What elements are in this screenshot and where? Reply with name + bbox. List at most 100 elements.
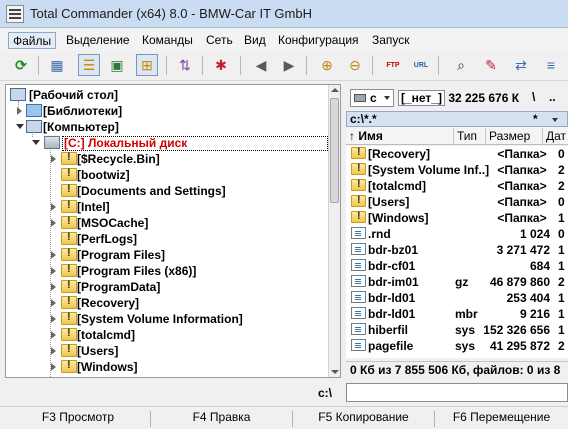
path-bar[interactable]: c:\*.* *	[346, 111, 568, 127]
library-icon	[26, 104, 42, 117]
toolbar: ⟳ ▦ ☰ ▣ ⊞ ⇅ ✱ ◀ ▶ ⊕ ⊖ FTP URL ⌕ ✎ ⇄ ≡	[0, 51, 568, 81]
drive-selector[interactable]: c	[350, 89, 394, 107]
file-row[interactable]: [totalcmd] <Папка> 2	[346, 178, 568, 194]
expand-arrow-icon[interactable]	[50, 267, 57, 275]
collapse-arrow-icon[interactable]	[32, 139, 40, 146]
file-row[interactable]: bdr-ld01 253 404 1	[346, 290, 568, 306]
expand-arrow-icon[interactable]	[50, 155, 57, 163]
expand-arrow-icon[interactable]	[16, 107, 23, 115]
column-size-header[interactable]: Размер	[486, 128, 543, 144]
expand-arrow-icon[interactable]	[50, 347, 57, 355]
file-row[interactable]: bdr-bz01 3 271 472 1	[346, 242, 568, 258]
scroll-down-arrow-icon[interactable]	[331, 370, 339, 374]
file-row[interactable]: bdr-im01 gz 46 879 860 2	[346, 274, 568, 290]
expand-arrow-icon[interactable]	[50, 331, 57, 339]
file-row[interactable]: bdr-ld01 mbr 9 216 1	[346, 306, 568, 322]
menu-start[interactable]: Запуск	[368, 32, 414, 49]
folder-icon	[61, 311, 77, 325]
compare-dirs-icon[interactable]: ≡	[540, 54, 562, 76]
expand-arrow-icon[interactable]	[50, 283, 57, 291]
tree-view-icon[interactable]: ⊞	[136, 54, 158, 76]
command-line-bar: c:\	[0, 381, 568, 405]
tree-scrollbar[interactable]	[328, 85, 340, 377]
f6-move-button[interactable]: F6 Перемещение	[435, 410, 568, 428]
expand-arrow-icon[interactable]	[50, 363, 57, 371]
invert-selection-icon[interactable]: ✱	[210, 54, 232, 76]
command-line-input[interactable]	[346, 383, 568, 402]
chevron-down-icon	[384, 96, 390, 100]
expand-arrow-icon[interactable]	[50, 219, 57, 227]
find-files-binoculars-icon[interactable]: ⌕	[450, 54, 472, 76]
unpack-files-icon[interactable]: ⊖	[344, 54, 366, 76]
url-connect-icon[interactable]: URL	[410, 54, 432, 76]
folder-tree-panel[interactable]: [Рабочий стол] [Библиотеки] [Компьютер] …	[5, 84, 341, 378]
file-row[interactable]: [System Volume Inf..] <Папка> 2	[346, 162, 568, 178]
file-list[interactable]: [Recovery] <Папка> 0 [System Volume Inf.…	[346, 146, 568, 358]
folder-icon	[61, 199, 77, 213]
forward-arrow-icon[interactable]: ▶	[278, 54, 300, 76]
thumbnails-view-icon[interactable]: ▣	[106, 54, 128, 76]
folder-icon	[61, 247, 77, 261]
history-dropdown-icon[interactable]	[552, 118, 558, 122]
scroll-up-arrow-icon[interactable]	[331, 88, 339, 92]
pack-files-icon[interactable]: ⊕	[316, 54, 338, 76]
file-row[interactable]: pagefile sys 41 295 872 2	[346, 338, 568, 354]
sync-dirs-icon[interactable]: ⇄	[510, 54, 532, 76]
refresh-icon[interactable]: ⟳	[10, 54, 32, 76]
menu-selection[interactable]: Выделение	[62, 32, 134, 49]
folder-icon	[61, 359, 77, 373]
file-icon	[351, 227, 366, 239]
brief-view-icon[interactable]: ▦	[46, 54, 68, 76]
file-icon	[351, 243, 366, 255]
folder-icon	[61, 327, 77, 341]
sort-arrow-icon: ↑	[349, 129, 355, 143]
filter-text[interactable]: *	[533, 112, 538, 126]
back-arrow-icon[interactable]: ◀	[250, 54, 272, 76]
ftp-label: FTP	[386, 61, 400, 69]
folder-icon	[61, 183, 77, 197]
column-name-header[interactable]: ↑ Имя	[346, 128, 454, 144]
expand-arrow-icon[interactable]	[50, 203, 57, 211]
folder-icon	[61, 343, 77, 357]
menu-bar: Файлы Выделение Команды Сеть Вид Конфигу…	[0, 29, 568, 51]
file-row[interactable]: [Users] <Папка> 0	[346, 194, 568, 210]
drive-icon	[354, 94, 366, 102]
f4-edit-button[interactable]: F4 Правка	[151, 410, 292, 428]
selection-status: 0 Кб из 7 855 506 Кб, файлов: 0 из 8	[346, 361, 568, 378]
file-icon	[351, 339, 366, 351]
sort-tree-icon[interactable]: ⇅	[174, 54, 196, 76]
menu-files[interactable]: Файлы	[8, 32, 57, 49]
root-dir-button[interactable]: \	[532, 90, 535, 104]
multi-rename-icon[interactable]: ✎	[480, 54, 502, 76]
drive-info: [_нет_] 32 225 676 К	[398, 90, 519, 106]
f3-view-button[interactable]: F3 Просмотр	[0, 410, 156, 428]
file-row[interactable]: hiberfil sys 152 326 656 1	[346, 322, 568, 338]
drive-bar: c [_нет_] 32 225 676 К \ ..	[346, 89, 568, 109]
file-icon	[351, 307, 366, 319]
file-row[interactable]: [Recovery] <Папка> 0	[346, 146, 568, 162]
menu-configuration[interactable]: Конфигурация	[274, 32, 363, 49]
expand-arrow-icon[interactable]	[50, 251, 57, 259]
file-row[interactable]: bdr-cf01 684 1	[346, 258, 568, 274]
folder-icon	[61, 295, 77, 309]
ftp-connect-icon[interactable]: FTP	[382, 54, 404, 76]
column-type-header[interactable]: Тип	[454, 128, 486, 144]
expand-arrow-icon[interactable]	[50, 315, 57, 323]
menu-view[interactable]: Вид	[240, 32, 270, 49]
f5-copy-button[interactable]: F5 Копирование	[293, 410, 434, 428]
full-view-icon[interactable]: ☰	[78, 54, 100, 76]
menu-network[interactable]: Сеть	[202, 32, 237, 49]
file-row[interactable]: [Windows] <Папка> 1	[346, 210, 568, 226]
window-title: Total Commander (x64) 8.0 - BMW-Car IT G…	[30, 6, 312, 21]
scrollbar-thumb[interactable]	[330, 98, 339, 203]
total-commander-icon[interactable]	[6, 5, 24, 23]
collapse-arrow-icon[interactable]	[16, 123, 24, 130]
file-row[interactable]: .rnd 1 024 0	[346, 226, 568, 242]
url-label: URL	[413, 61, 429, 69]
column-date-header[interactable]: Дат	[543, 128, 568, 144]
function-key-bar: F3 Просмотр F4 Правка F5 Копирование F6 …	[0, 406, 568, 429]
expand-arrow-icon[interactable]	[50, 299, 57, 307]
drive-icon	[44, 136, 60, 149]
menu-commands[interactable]: Команды	[138, 32, 197, 49]
parent-dir-button[interactable]: ..	[549, 90, 556, 104]
